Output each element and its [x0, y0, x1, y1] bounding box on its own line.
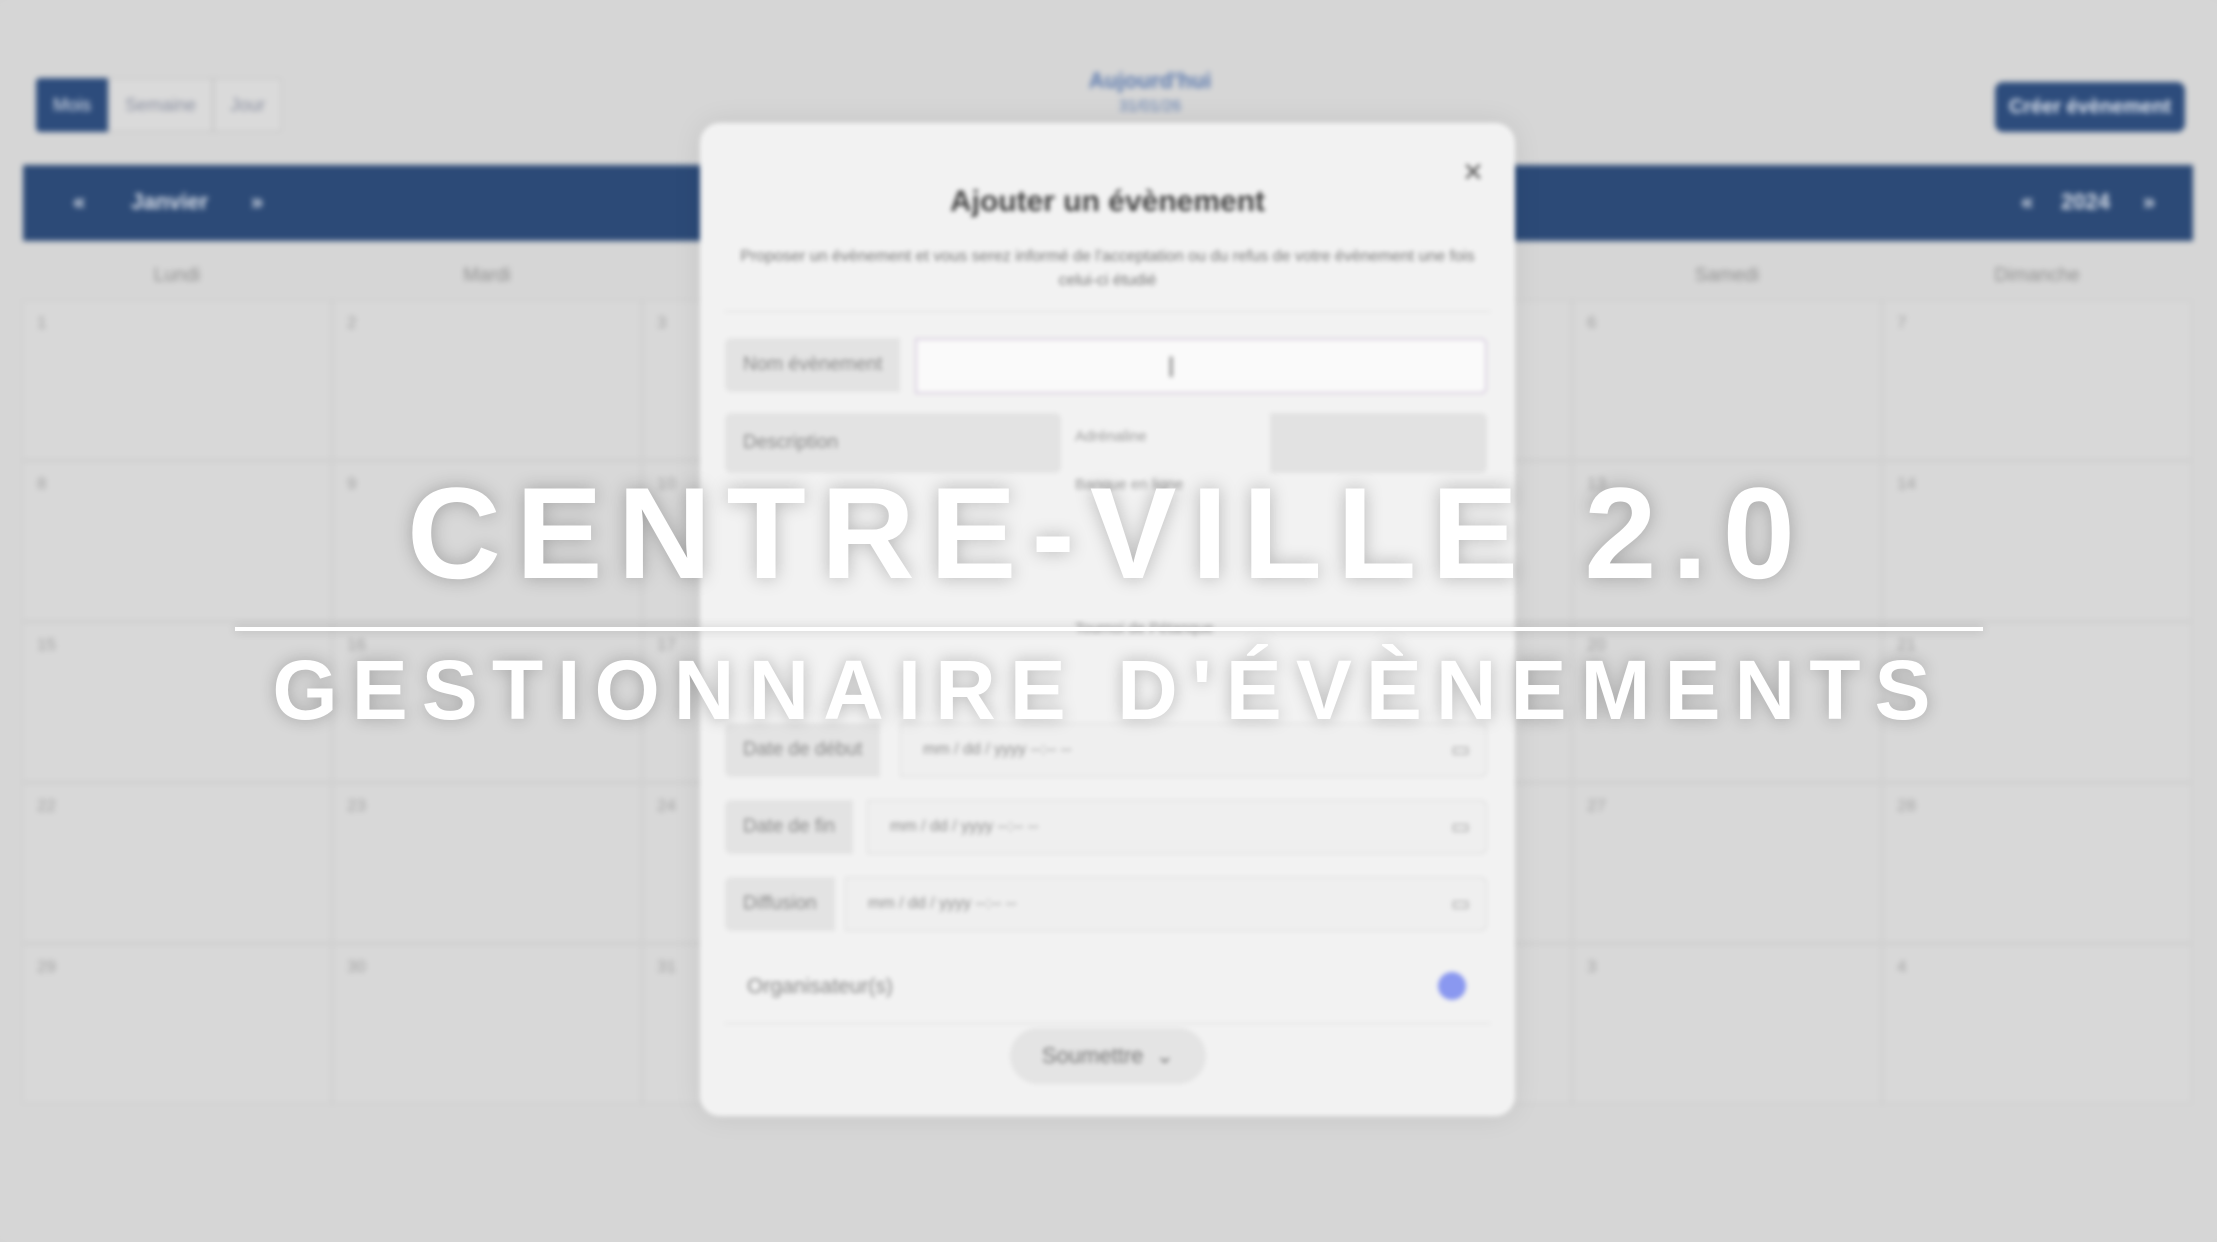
overlay-subtitle: GESTIONNAIRE D'ÉVÈNEMENTS — [272, 643, 1945, 737]
overlay-title: CENTRE-VILLE 2.0 — [407, 460, 1810, 606]
title-overlay: CENTRE-VILLE 2.0 GESTIONNAIRE D'ÉVÈNEMEN… — [0, 0, 2217, 1242]
overlay-divider — [235, 627, 1983, 631]
